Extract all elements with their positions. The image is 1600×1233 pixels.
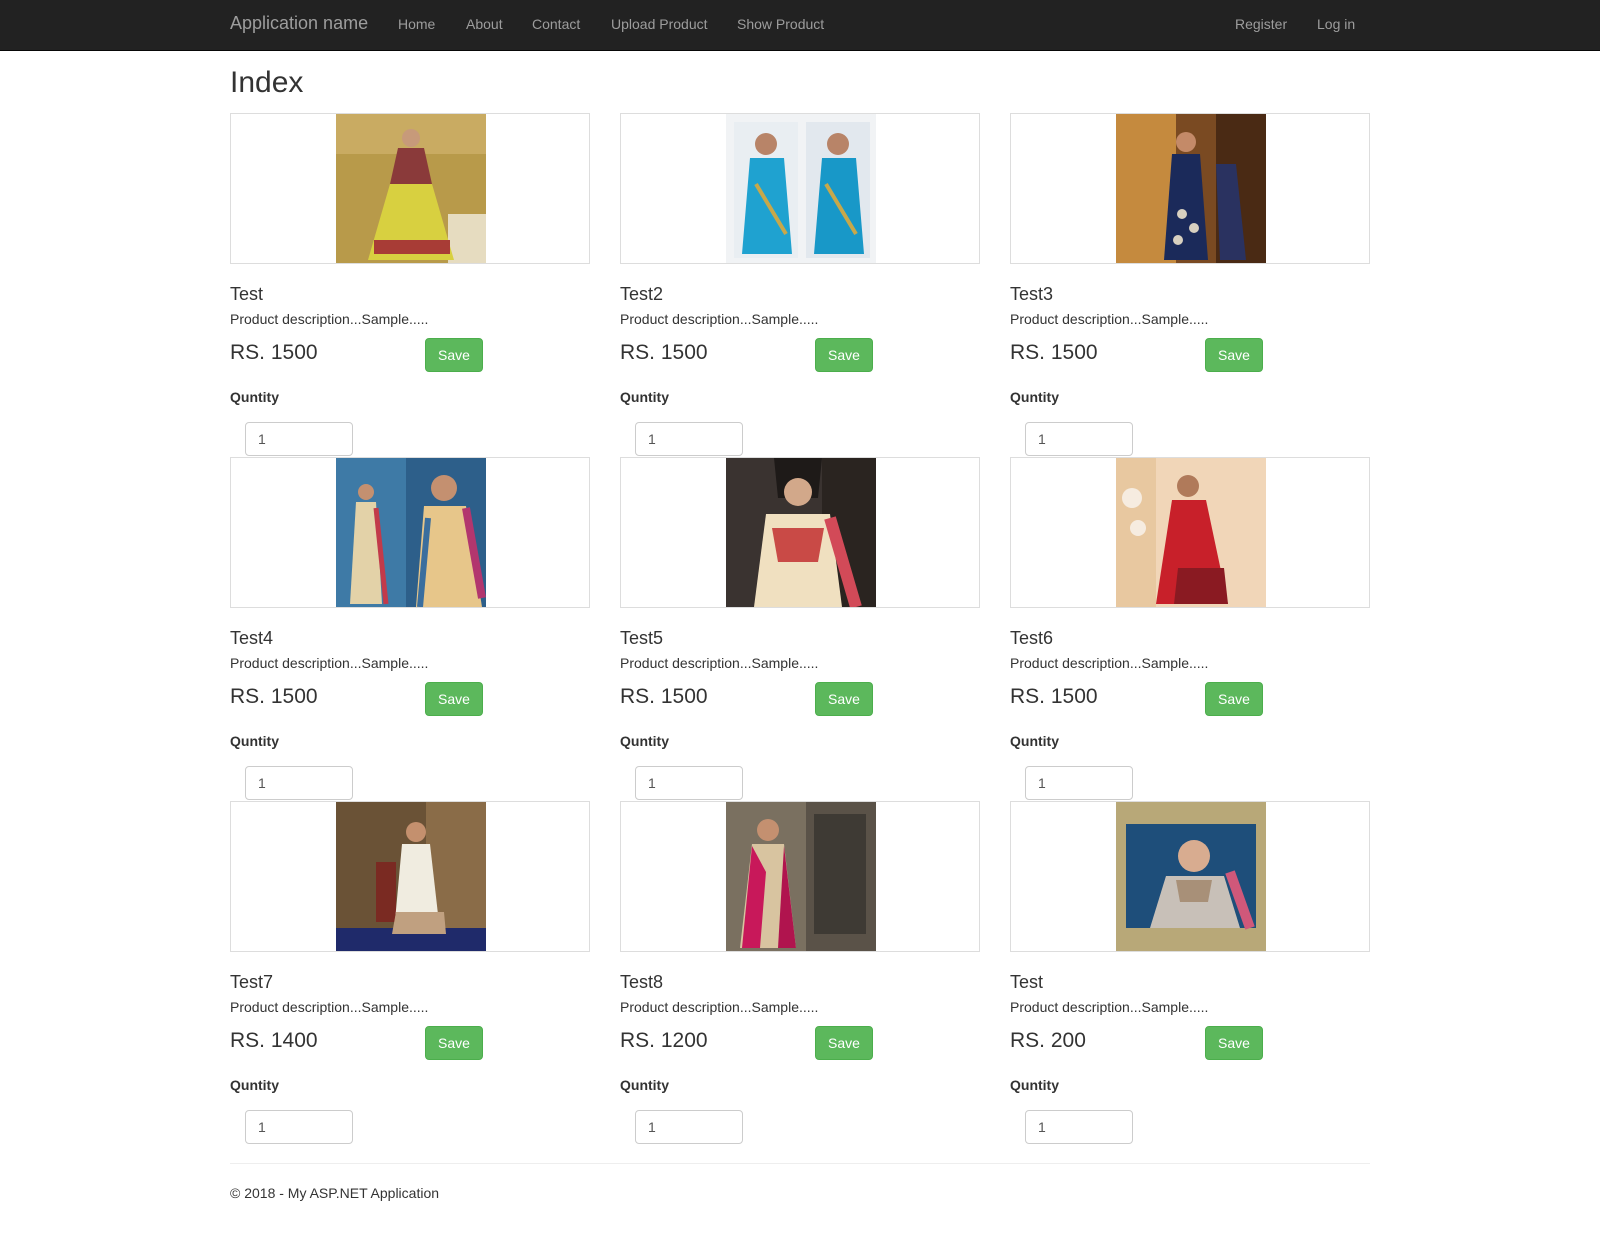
product-card: Test8 Product description...Sample..... … [620, 801, 980, 1144]
nav-about-link[interactable]: About [466, 16, 503, 32]
product-name: Test6 [1010, 628, 1054, 648]
quantity-label: Quntity [1010, 733, 1059, 749]
quantity-input[interactable] [1025, 766, 1133, 800]
product-card: Test Product description...Sample..... R… [230, 113, 590, 456]
footer-copyright: © 2018 - My ASP.NET Application [230, 1185, 440, 1201]
product-photo[interactable] [726, 802, 876, 951]
product-description: Product description...Sample..... [1010, 999, 1209, 1015]
quantity-label: Quntity [230, 389, 279, 405]
product-price: RS. 1500 [1010, 685, 1098, 708]
product-price: RS. 1200 [620, 1029, 708, 1052]
save-button[interactable]: Save [815, 682, 873, 716]
product-card: Test2 Product description...Sample..... … [620, 113, 980, 456]
product-thumbnail-frame [620, 113, 980, 264]
quantity-label: Quntity [230, 1077, 279, 1093]
product-thumbnail-frame [620, 801, 980, 952]
save-button[interactable]: Save [425, 682, 483, 716]
product-name: Test5 [620, 628, 664, 648]
nav-register-link[interactable]: Register [1235, 16, 1287, 32]
brand-link[interactable]: Application name [230, 13, 368, 34]
product-card: Test7 Product description...Sample..... … [230, 801, 590, 1144]
nav-upload-product-link[interactable]: Upload Product [611, 16, 708, 32]
product-thumbnail-frame [1010, 801, 1370, 952]
quantity-input[interactable] [245, 766, 353, 800]
product-name: Test4 [230, 628, 274, 648]
product-description: Product description...Sample..... [230, 311, 429, 327]
product-description: Product description...Sample..... [230, 655, 429, 671]
product-price: RS. 1500 [230, 341, 318, 364]
save-button[interactable]: Save [815, 338, 873, 372]
nav-show-product-link[interactable]: Show Product [737, 16, 824, 32]
product-thumbnail-frame [1010, 113, 1370, 264]
product-name: Test [230, 284, 264, 304]
product-photo[interactable] [336, 458, 486, 607]
save-button[interactable]: Save [815, 1026, 873, 1060]
product-photo[interactable] [336, 802, 486, 951]
product-price: RS. 1500 [620, 685, 708, 708]
page-title: Index [230, 66, 304, 99]
nav-login-link[interactable]: Log in [1317, 16, 1355, 32]
product-photo[interactable] [336, 114, 486, 263]
product-name: Test7 [230, 972, 274, 992]
product-card: Test6 Product description...Sample..... … [1010, 457, 1370, 800]
save-button[interactable]: Save [425, 1026, 483, 1060]
top-navbar: Application name Home About Contact Uplo… [0, 0, 1600, 51]
product-price: RS. 1500 [230, 685, 318, 708]
product-description: Product description...Sample..... [1010, 655, 1209, 671]
product-description: Product description...Sample..... [620, 999, 819, 1015]
product-photo[interactable] [1116, 458, 1266, 607]
nav-contact-link[interactable]: Contact [532, 16, 580, 32]
quantity-label: Quntity [620, 733, 669, 749]
product-description: Product description...Sample..... [620, 655, 819, 671]
quantity-label: Quntity [1010, 389, 1059, 405]
product-thumbnail-frame [230, 801, 590, 952]
quantity-input[interactable] [635, 1110, 743, 1144]
product-card: Test5 Product description...Sample..... … [620, 457, 980, 800]
product-description: Product description...Sample..... [1010, 311, 1209, 327]
save-button[interactable]: Save [1205, 1026, 1263, 1060]
product-description: Product description...Sample..... [230, 999, 429, 1015]
product-price: RS. 1500 [1010, 341, 1098, 364]
footer-divider [230, 1163, 1370, 1164]
save-button[interactable]: Save [1205, 338, 1263, 372]
product-card: Test4 Product description...Sample..... … [230, 457, 590, 800]
product-photo[interactable] [1116, 114, 1266, 263]
product-card: Test Product description...Sample..... R… [1010, 801, 1370, 1144]
quantity-input[interactable] [245, 1110, 353, 1144]
quantity-input[interactable] [1025, 422, 1133, 456]
product-photo[interactable] [726, 114, 876, 263]
product-card: Test3 Product description...Sample..... … [1010, 113, 1370, 456]
quantity-label: Quntity [620, 1077, 669, 1093]
product-thumbnail-frame [620, 457, 980, 608]
product-name: Test2 [620, 284, 664, 304]
product-photo[interactable] [1116, 802, 1266, 951]
product-price: RS. 1400 [230, 1029, 318, 1052]
quantity-label: Quntity [230, 733, 279, 749]
product-name: Test8 [620, 972, 664, 992]
quantity-label: Quntity [1010, 1077, 1059, 1093]
product-thumbnail-frame [1010, 457, 1370, 608]
product-name: Test3 [1010, 284, 1054, 304]
quantity-input[interactable] [635, 422, 743, 456]
save-button[interactable]: Save [1205, 682, 1263, 716]
product-price: RS. 1500 [620, 341, 708, 364]
product-price: RS. 200 [1010, 1029, 1086, 1052]
product-photo[interactable] [726, 458, 876, 607]
quantity-label: Quntity [620, 389, 669, 405]
product-name: Test [1010, 972, 1044, 992]
quantity-input[interactable] [635, 766, 743, 800]
product-thumbnail-frame [230, 457, 590, 608]
save-button[interactable]: Save [425, 338, 483, 372]
product-description: Product description...Sample..... [620, 311, 819, 327]
nav-home-link[interactable]: Home [398, 16, 435, 32]
quantity-input[interactable] [1025, 1110, 1133, 1144]
product-thumbnail-frame [230, 113, 590, 264]
quantity-input[interactable] [245, 422, 353, 456]
